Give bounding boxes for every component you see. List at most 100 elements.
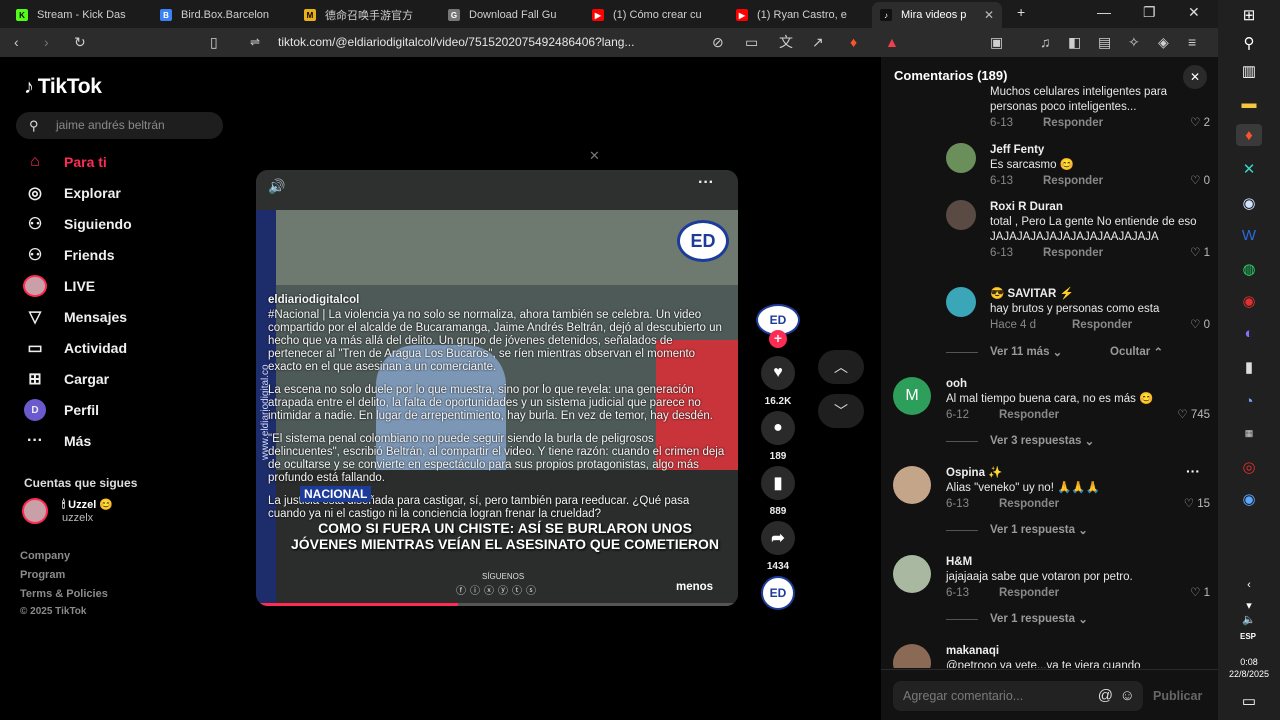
- video-player[interactable]: 🔊 ··· ED www.eldiariodigital.co eldiario…: [256, 170, 738, 606]
- avatar[interactable]: [893, 466, 931, 504]
- followed-account[interactable]: 🕯 Uzzel 😊 uzzelx: [22, 498, 113, 524]
- folder-icon[interactable]: ▬: [1236, 92, 1262, 114]
- translate-icon[interactable]: 文: [779, 32, 793, 52]
- minimize-button[interactable]: —: [1097, 4, 1111, 20]
- app-x-icon[interactable]: ✕: [1236, 158, 1262, 180]
- save-button[interactable]: ▮ 889: [755, 466, 801, 517]
- nav-perfil[interactable]: D Perfil: [22, 397, 99, 423]
- less-button[interactable]: menos: [676, 581, 713, 593]
- comment-like[interactable]: ♡ 2: [1190, 116, 1210, 131]
- media-icon[interactable]: ♫: [1040, 32, 1051, 52]
- view-more-replies[interactable]: Ver 11 más ⌄: [946, 345, 1062, 359]
- sync-app-icon[interactable]: ◔: [1236, 390, 1262, 412]
- close-tab-icon[interactable]: ✕: [984, 8, 994, 22]
- new-tab-button[interactable]: +: [1017, 4, 1025, 20]
- whatsapp-icon[interactable]: ◍: [1236, 258, 1262, 280]
- comment-options-icon[interactable]: ···: [1186, 463, 1200, 479]
- nav-explorar[interactable]: ◎ Explorar: [22, 180, 121, 206]
- search-input[interactable]: ⚲ jaime andrés beltrán: [16, 112, 223, 139]
- footer-program[interactable]: Program: [20, 569, 65, 581]
- video-author[interactable]: eldiariodigitalcol: [268, 294, 728, 307]
- nav-para-ti[interactable]: ⌂ Para ti: [22, 149, 107, 175]
- mention-icon[interactable]: @: [1098, 681, 1113, 711]
- emoji-icon[interactable]: ☺: [1120, 681, 1135, 711]
- wallet-icon[interactable]: ▤: [1098, 32, 1111, 52]
- comment-like[interactable]: ♡ 1: [1190, 586, 1210, 601]
- forward-icon[interactable]: ›: [44, 32, 49, 52]
- search-icon[interactable]: ⚲: [1236, 32, 1262, 54]
- author-avatar[interactable]: ED +: [755, 304, 801, 348]
- tab-game[interactable]: M 德命召唤手游官方: [296, 2, 436, 28]
- previous-video-button[interactable]: ︿: [818, 350, 864, 384]
- nav-friends[interactable]: ⚇ Friends: [22, 242, 115, 268]
- tray-expand-icon[interactable]: ‹: [1236, 574, 1262, 596]
- volume-icon[interactable]: 🔊: [268, 178, 285, 195]
- tab-youtube-2[interactable]: ▶ (1) Ryan Castro, e: [728, 2, 868, 28]
- back-icon[interactable]: ‹: [14, 32, 19, 52]
- view-replies[interactable]: Ver 1 respuesta ⌄: [946, 523, 1088, 537]
- comment-like[interactable]: ♡ 15: [1184, 497, 1210, 512]
- steam-icon[interactable]: ◉: [1236, 192, 1262, 214]
- avatar[interactable]: [893, 644, 931, 668]
- view-replies[interactable]: Ver 3 respuestas ⌄: [946, 434, 1094, 448]
- app-text-icon[interactable]: ▦: [1236, 422, 1262, 444]
- app-record-icon[interactable]: ◎: [1236, 456, 1262, 478]
- no-track-icon[interactable]: ⊘: [712, 32, 724, 52]
- footer-company[interactable]: Company: [20, 550, 70, 562]
- task-view-icon[interactable]: ▥: [1236, 60, 1262, 82]
- share-button[interactable]: ➦ 1434: [755, 521, 801, 572]
- address-bar[interactable]: ⇌ tiktok.com/@eldiariodigitalcol/video/7…: [242, 31, 714, 54]
- reply-button[interactable]: Responder: [1043, 174, 1103, 189]
- post-comment-button[interactable]: Publicar: [1153, 689, 1202, 703]
- nav-cargar[interactable]: ⊞ Cargar: [22, 366, 109, 392]
- tab-kick[interactable]: K Stream - Kick Das: [8, 2, 150, 28]
- nav-live[interactable]: LIVE: [22, 273, 95, 299]
- brave-rewards-icon[interactable]: ▲: [885, 32, 899, 52]
- tab-youtube-1[interactable]: ▶ (1) Cómo crear cu: [584, 2, 724, 28]
- comment-like[interactable]: ♡ 1: [1190, 246, 1210, 261]
- avatar[interactable]: [946, 200, 976, 230]
- reply-button[interactable]: Responder: [999, 497, 1059, 512]
- tab-fallguys[interactable]: G Download Fall Gu: [440, 2, 580, 28]
- app-blue-icon[interactable]: ◉: [1236, 488, 1262, 510]
- view-replies[interactable]: Ver 1 respuesta ⌄: [946, 612, 1088, 626]
- share-icon[interactable]: ↗: [812, 32, 824, 52]
- next-video-button[interactable]: ﹀: [818, 394, 864, 428]
- comment-like[interactable]: ♡ 0: [1190, 318, 1210, 333]
- follow-plus-icon[interactable]: +: [769, 330, 787, 348]
- brave-icon[interactable]: ♦: [1236, 124, 1262, 146]
- menu-icon[interactable]: ≡: [1188, 32, 1196, 52]
- reply-button[interactable]: Responder: [1072, 318, 1132, 333]
- sidebar-toggle-icon[interactable]: ◧: [1068, 32, 1081, 52]
- reply-button[interactable]: Responder: [999, 586, 1059, 601]
- comment-button[interactable]: ● 189: [755, 411, 801, 462]
- audio-app-icon[interactable]: ▮: [1236, 356, 1262, 378]
- nav-siguiendo[interactable]: ⚇ Siguiendo: [22, 211, 132, 237]
- sound-disc[interactable]: ED: [755, 576, 801, 616]
- site-settings-icon[interactable]: ⇌: [250, 31, 260, 54]
- comment-like[interactable]: ♡ 745: [1177, 408, 1210, 423]
- close-window-button[interactable]: ✕: [1188, 4, 1200, 21]
- volume-tray-icon[interactable]: 🔈: [1236, 608, 1262, 630]
- hide-replies[interactable]: Ocultar ⌃: [1110, 345, 1163, 359]
- comment-input[interactable]: Agregar comentario... @ ☺: [893, 681, 1143, 711]
- cast-icon[interactable]: ▭: [745, 32, 758, 52]
- tab-birdbox[interactable]: B Bird.Box.Barcelon: [152, 2, 292, 28]
- avatar[interactable]: M: [893, 377, 931, 415]
- nav-actividad[interactable]: ▭ Actividad: [22, 335, 127, 361]
- tiktok-logo[interactable]: ♪ TikTok: [24, 75, 102, 99]
- language-indicator[interactable]: ESP: [1240, 632, 1256, 641]
- vpn-icon[interactable]: ◈: [1158, 32, 1169, 52]
- video-options-icon[interactable]: ···: [698, 174, 714, 192]
- bookmark-icon[interactable]: ▯: [210, 32, 218, 52]
- tab-tiktok[interactable]: ♪ Mira videos p ✕: [872, 2, 1002, 28]
- reply-button[interactable]: Responder: [1043, 246, 1103, 261]
- avatar[interactable]: [893, 555, 931, 593]
- app-red-icon[interactable]: ◉: [1236, 290, 1262, 312]
- nav-mas[interactable]: ··· Más: [22, 428, 91, 454]
- word-icon[interactable]: W: [1236, 224, 1262, 246]
- chat-app-icon[interactable]: ◐: [1236, 322, 1262, 344]
- reload-icon[interactable]: ↻: [74, 32, 86, 52]
- reply-button[interactable]: Responder: [999, 408, 1059, 423]
- notifications-icon[interactable]: ▭: [1236, 690, 1262, 712]
